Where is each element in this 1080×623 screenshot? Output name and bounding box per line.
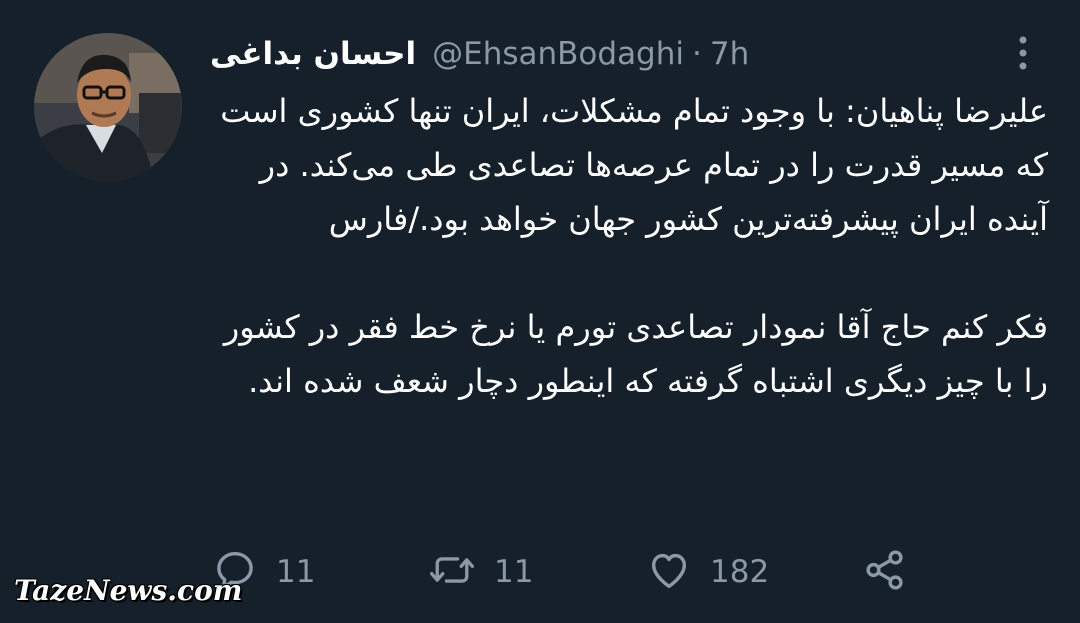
retweet-button[interactable]: 11: [428, 548, 533, 596]
tweet-time[interactable]: 7h: [710, 36, 749, 72]
more-vertical-icon[interactable]: [1000, 30, 1046, 76]
tweet-header: احسان بداغی @EhsanBodaghi · 7h: [210, 30, 749, 78]
retweet-icon: [428, 547, 476, 597]
share-icon: [862, 547, 908, 597]
tweet-paragraph: فکر کنم حاج آقا نمودار تصاعدی تورم یا نر…: [223, 308, 1048, 400]
retweet-count: 11: [494, 554, 534, 590]
like-icon: [646, 547, 692, 597]
tweet-paragraph: علیرضا پناهیان: با وجود تمام مشکلات، ایر…: [220, 92, 1048, 238]
like-count: 182: [710, 554, 770, 590]
user-handle[interactable]: @EhsanBodaghi: [432, 36, 684, 72]
watermark: TazeNews.com: [14, 574, 243, 607]
share-button[interactable]: [862, 548, 908, 596]
display-name[interactable]: احسان بداغی: [210, 36, 416, 72]
like-button[interactable]: 182: [646, 548, 769, 596]
tweet-text: علیرضا پناهیان: با وجود تمام مشکلات، ایر…: [200, 84, 1048, 408]
avatar-photo: [34, 33, 182, 181]
avatar[interactable]: [34, 33, 182, 181]
separator-dot: ·: [692, 36, 702, 72]
reply-count: 11: [276, 554, 316, 590]
